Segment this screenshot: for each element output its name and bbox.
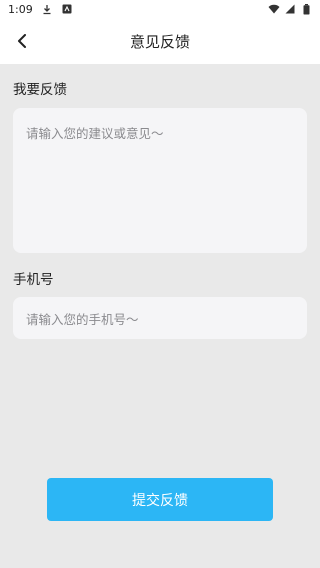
wifi-icon xyxy=(268,3,280,15)
notification-icon xyxy=(61,3,73,15)
phone-label: 手机号 xyxy=(13,272,54,288)
page-title: 意见反馈 xyxy=(129,32,190,51)
signal-icon xyxy=(284,3,296,15)
status-bar: 1:09 xyxy=(0,0,320,18)
back-button[interactable] xyxy=(8,27,36,55)
status-time: 1:09 xyxy=(8,2,33,16)
phone-placeholder: 请输入您的手机号～ xyxy=(26,311,139,327)
feedback-placeholder: 请输入您的建议或意见～ xyxy=(26,126,164,141)
submit-button-label: 提交反馈 xyxy=(132,492,188,509)
download-icon xyxy=(41,3,53,15)
submit-feedback-button[interactable]: 提交反馈 xyxy=(47,478,273,521)
feedback-label: 我要反馈 xyxy=(13,82,67,98)
feedback-textarea[interactable]: 请输入您的建议或意见～ xyxy=(13,108,307,253)
header-bar: 意见反馈 xyxy=(0,18,320,64)
chevron-left-icon xyxy=(18,34,26,48)
battery-icon xyxy=(300,3,312,15)
phone-input[interactable]: 请输入您的手机号～ xyxy=(13,297,307,339)
